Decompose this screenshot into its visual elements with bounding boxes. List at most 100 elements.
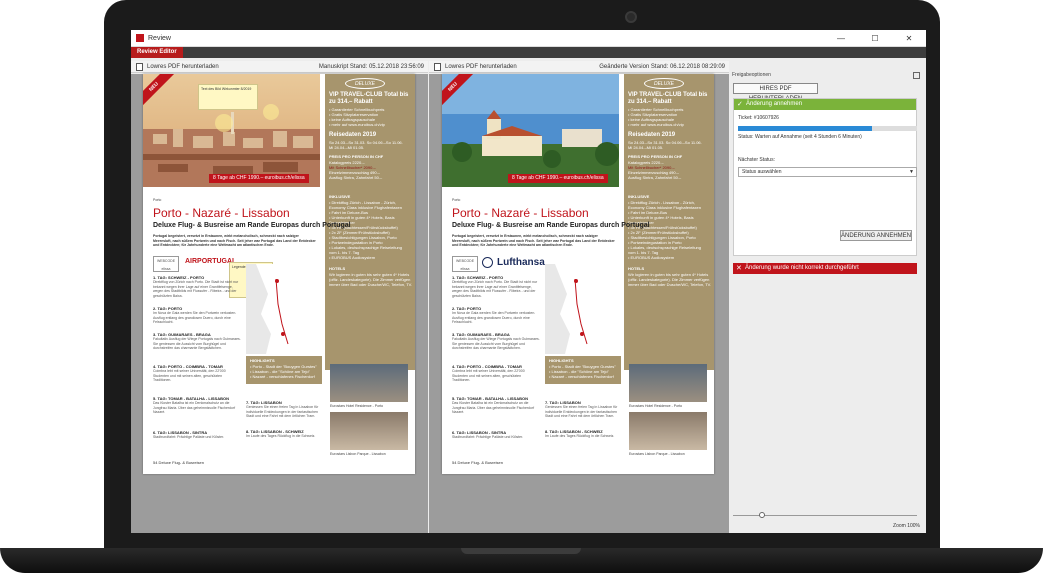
hotel-photo bbox=[629, 412, 707, 450]
dates-title: Reisedaten 2019 bbox=[329, 132, 377, 138]
status-progress bbox=[738, 126, 917, 131]
map-pin bbox=[281, 332, 285, 336]
day-text: Fakultativ Ausflug der Wiege Portugals n… bbox=[153, 337, 241, 350]
page-footer: 54 Deluxe Flug- & Busreisen bbox=[153, 460, 204, 465]
day-text: Geniessen Sie einen freien Tag in Lissab… bbox=[545, 405, 618, 418]
left-download-link[interactable]: Lowres PDF herunterladen bbox=[147, 64, 219, 70]
error-bar: ✕ Änderung wurde nicht korrekt durchgefü… bbox=[733, 263, 917, 274]
incl-title: INKLUSIVE bbox=[628, 194, 650, 199]
maximize-button[interactable]: ☐ bbox=[858, 34, 892, 43]
hires-download-button[interactable]: HIRES PDF HERUNTERLADEN bbox=[733, 83, 818, 102]
webcode-box: WEBCODE elissa bbox=[153, 256, 179, 272]
laptop-base bbox=[0, 548, 1043, 573]
accepted-bar: Änderung annehmen bbox=[734, 99, 916, 110]
highlight-item: • Nazaré - verschlafenes Fischerdorf bbox=[250, 374, 315, 379]
status-text: Status: Warten auf Annahme (seit 4 Stund… bbox=[738, 134, 862, 140]
intro-text: Portugal begeistert, versetzt in Erstaun… bbox=[452, 234, 615, 247]
day-text: Im Nova de Gaia werden Sie den Portwein … bbox=[452, 311, 536, 324]
left-doc-bar: Lowres PDF herunterladen Manuskript Stan… bbox=[131, 61, 428, 73]
webcode-box: WEBCODE elissa bbox=[452, 256, 478, 272]
laptop-notch bbox=[461, 548, 581, 554]
left-doc-status: Manuskript Stand: 05.12.2018 23:56:09 bbox=[318, 63, 424, 70]
dates-title: Reisedaten 2019 bbox=[628, 132, 676, 138]
intro-text: Portugal begeistert, versetzt in Erstaun… bbox=[153, 234, 316, 247]
day-text: Fakultativ Ausflug der Wiege Portugals n… bbox=[452, 337, 540, 350]
lufthansa-crane-icon bbox=[482, 257, 493, 268]
window-title: Review bbox=[148, 34, 171, 42]
day-text: Direktflug von Zürich nach Porto. Die St… bbox=[153, 280, 239, 298]
zoom-label: Zoom 100% bbox=[893, 523, 920, 529]
price-bar: 8 Tage ab CHF 1990.– euroibus.ch/elissa bbox=[209, 174, 309, 183]
status-select[interactable]: Status auswählen ▼ bbox=[738, 167, 917, 177]
chevron-down-icon: ▼ bbox=[909, 169, 914, 175]
app-icon bbox=[136, 34, 144, 42]
hotel-caption: Eurostars Lisbon Parque - Lissabon bbox=[330, 452, 386, 456]
ticket-number: Ticket: #10607926 bbox=[738, 115, 779, 121]
map-pin bbox=[580, 332, 584, 336]
incl-title: INKLUSIVE bbox=[329, 194, 351, 199]
tab-review-editor[interactable]: Review Editor bbox=[131, 47, 183, 58]
map-pin bbox=[574, 279, 578, 283]
prices-title: PREIS PRO PERSON IN CHF bbox=[329, 154, 384, 159]
hotel-photo bbox=[330, 412, 408, 450]
grid-icon[interactable] bbox=[913, 72, 920, 79]
incl-line: • EUROBUS Audiosystem bbox=[628, 255, 675, 260]
panel-header: Freigabeoptionen bbox=[732, 72, 771, 78]
minimize-button[interactable]: — bbox=[824, 34, 858, 43]
day-text: Das Kloster Batalha ist ein Denkmalschut… bbox=[452, 401, 535, 414]
day-text: Geniessen Sie einen freien Tag in Lissab… bbox=[246, 405, 319, 418]
right-doc-bar: Lowres PDF herunterladen Geänderte Versi… bbox=[429, 61, 729, 73]
airline-logo: Lufthansa bbox=[497, 257, 545, 268]
right-download-link[interactable]: Lowres PDF herunterladen bbox=[445, 64, 517, 70]
hotel-caption: Eurostars Hotel Residence - Porto bbox=[330, 404, 384, 408]
prices-title: PREIS PRO PERSON IN CHF bbox=[628, 154, 683, 159]
changed-page: NEU 8 Tage ab CHF 1990.– euroibus.ch/eli… bbox=[442, 74, 714, 474]
day-text: Coimbra lebt mit seiner Universität, den… bbox=[452, 369, 525, 382]
hotels-text: Wir logieren in guten bis sehr guten 4* … bbox=[628, 272, 712, 287]
highlights-box: HIGHLIGHTS • Porto - Stadt der "Bouygen … bbox=[545, 356, 621, 384]
app-window: Review — ☐ ✕ Review Editor Lowres PDF he… bbox=[131, 30, 926, 533]
close-button[interactable]: ✕ bbox=[892, 34, 926, 43]
day-text: Coimbra lebt mit seiner Universität, den… bbox=[153, 369, 226, 382]
hotel-caption: Eurostars Hotel Residence - Porto bbox=[629, 404, 683, 408]
page-footer: 54 Deluxe Flug- & Busreisen bbox=[452, 460, 503, 465]
day-text: Stadtrundfahrt: Prächtige Paläste und Kl… bbox=[452, 435, 524, 439]
next-status-label: Nächster Status: bbox=[738, 157, 775, 163]
approval-panel: Freigabeoptionen HIRES PDF HERUNTERLADEN… bbox=[729, 68, 926, 533]
deluxe-badge: DELUXE bbox=[644, 78, 684, 89]
error-text: Änderung wurde nicht korrekt durchgeführ… bbox=[745, 265, 859, 271]
zoom-slider[interactable] bbox=[733, 512, 917, 518]
pdf-icon bbox=[434, 62, 441, 71]
highlight-marker bbox=[215, 114, 233, 132]
hotel-photo bbox=[330, 364, 408, 402]
price-line: Ausflug Sintra, Zahnfahrt 50.– bbox=[329, 175, 383, 180]
box-line: • mehr auf www.euroibus.ch/vip bbox=[329, 122, 385, 127]
manuscript-page: NEU 8 Tage ab CHF 1990.– euroibus.ch/eli… bbox=[143, 74, 415, 474]
accept-change-button[interactable]: ÄNDERUNG ANNEHMEN bbox=[840, 230, 912, 241]
category-label: Porto bbox=[153, 198, 162, 202]
progress-fill bbox=[738, 126, 873, 131]
page-title: Porto - Nazaré - Lissabon bbox=[153, 206, 290, 220]
right-doc-status: Geänderte Version Stand: 06.12.2018 08:2… bbox=[599, 63, 725, 70]
price-bar: 8 Tage ab CHF 1990.– euroibus.ch/elissa bbox=[508, 174, 608, 183]
box-title: VIP TRAVEL-CLUB Total bis zu 314.– Rabat… bbox=[329, 92, 409, 105]
hotel-photo bbox=[629, 364, 707, 402]
page-subtitle: Deluxe Flug- & Busreise am Rande Europas… bbox=[452, 222, 650, 229]
close-icon: ✕ bbox=[736, 265, 742, 272]
box-line: • mehr auf www.euroibus.ch/vip bbox=[628, 122, 684, 127]
map-pin bbox=[275, 279, 279, 283]
route-map bbox=[545, 264, 621, 354]
deluxe-badge: DELUXE bbox=[345, 78, 385, 89]
hotels-text: Wir logieren in guten bis sehr guten 4* … bbox=[329, 272, 413, 287]
day-text: Im Nova de Gaia werden Sie den Portwein … bbox=[153, 311, 237, 324]
hero-photo: NEU 8 Tage ab CHF 1990.– euroibus.ch/eli… bbox=[442, 74, 619, 187]
dates-line: Mi 24.04.–Mi 01.05. bbox=[329, 145, 365, 150]
zoom-slider-knob[interactable] bbox=[759, 512, 765, 518]
webcam bbox=[625, 11, 637, 23]
day-text: Das Kloster Batalha ist ein Denkmalschut… bbox=[153, 401, 236, 414]
highlight-marker bbox=[263, 104, 279, 120]
comment-note[interactable]: Text des Bild Wirkunmter 8/2019 bbox=[198, 84, 258, 110]
highlights-title: HIGHLIGHTS bbox=[549, 358, 574, 363]
dates-line: Mi 24.04.–Mi 01.05. bbox=[628, 145, 664, 150]
incl-line: • EUROBUS Audiosystem bbox=[329, 255, 376, 260]
